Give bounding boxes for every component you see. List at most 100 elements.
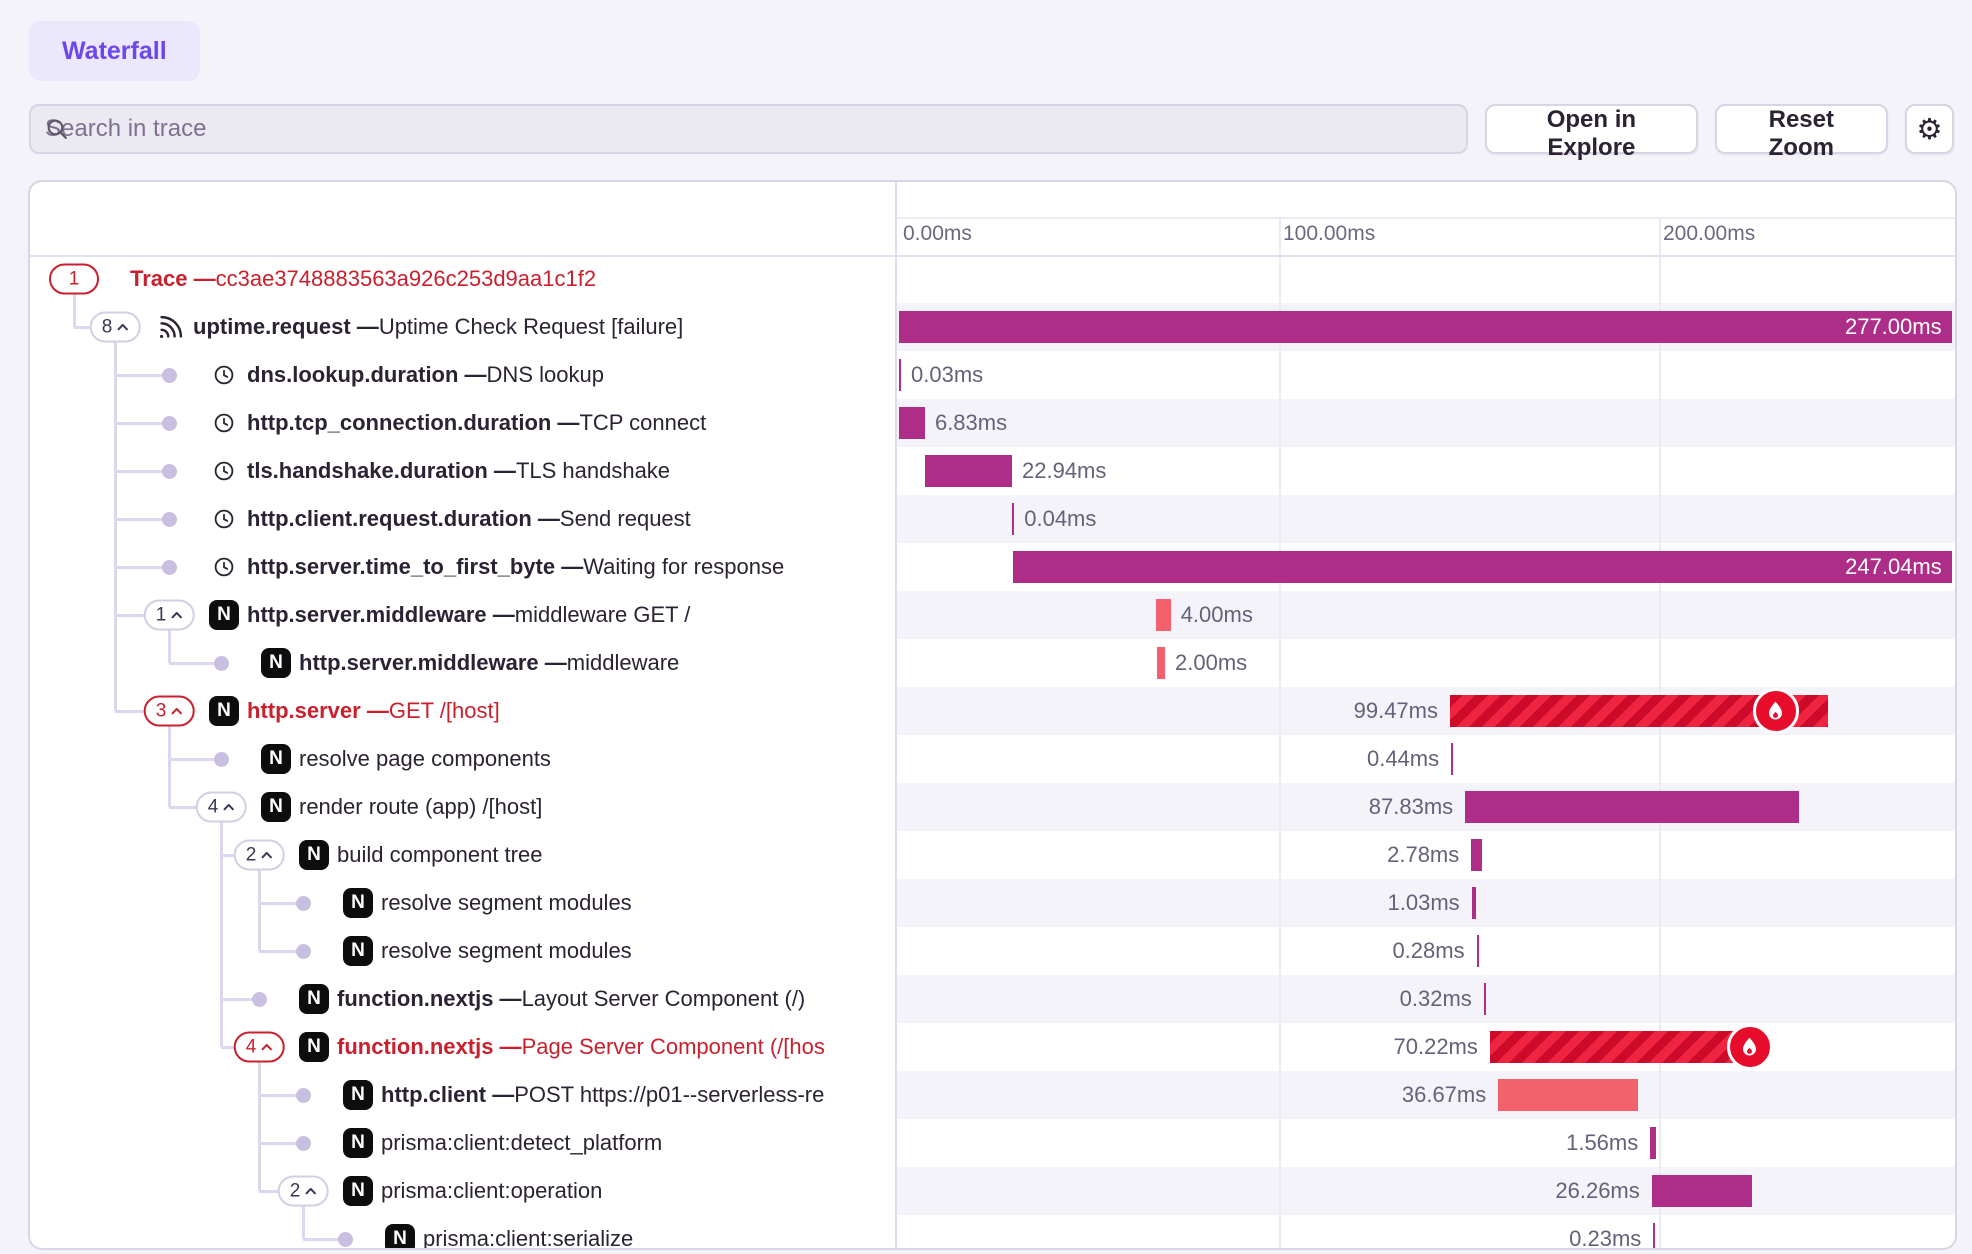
tree-connector: [115, 470, 169, 473]
children-count-badge[interactable]: 3: [144, 696, 195, 727]
span-bar[interactable]: [1465, 791, 1799, 823]
span-bar[interactable]: [1653, 1223, 1655, 1248]
settings-button[interactable]: ⚙: [1905, 104, 1954, 154]
span-bar[interactable]: [1471, 839, 1482, 871]
span-name: resolve page components: [299, 746, 551, 772]
span-row-label[interactable]: build component tree: [337, 831, 542, 879]
span-bar[interactable]: [1498, 1079, 1637, 1111]
tree-guide-line: [168, 630, 171, 663]
span-row-label[interactable]: http.server — GET /[host]: [247, 687, 500, 735]
children-count-badge[interactable]: 4: [234, 1032, 285, 1063]
nextjs-icon: N: [343, 1176, 373, 1206]
span-bar[interactable]: [899, 407, 925, 439]
children-count-badge[interactable]: 8: [90, 312, 141, 343]
span-row-label[interactable]: resolve page components: [299, 735, 551, 783]
span-name: function.nextjs —: [337, 986, 522, 1012]
span-bar[interactable]: [1477, 935, 1479, 967]
span-duration: 0.32ms: [1252, 975, 1472, 1023]
children-count-badge[interactable]: 1: [144, 600, 195, 631]
tab-waterfall-label: Waterfall: [62, 37, 167, 66]
span-duration: 70.22ms: [1258, 1023, 1478, 1071]
span-bar[interactable]: [1451, 743, 1453, 775]
span-duration: 1.56ms: [1418, 1119, 1638, 1167]
span-bar[interactable]: [1652, 1175, 1752, 1207]
span-bar[interactable]: [1490, 1031, 1757, 1063]
tree-dot: [162, 560, 177, 575]
header-divider: [30, 255, 1955, 257]
axis-tick-100ms: 100.00ms: [1283, 222, 1375, 246]
search-icon: [45, 117, 70, 142]
span-row-label[interactable]: http.client — POST https://p01--serverle…: [381, 1071, 824, 1119]
span-duration: 6.83ms: [935, 399, 1007, 447]
span-description: middleware GET /: [515, 602, 691, 628]
span-bar[interactable]: [1012, 503, 1014, 535]
span-bar[interactable]: [925, 455, 1012, 487]
span-description: Uptime Check Request [failure]: [379, 314, 683, 340]
span-name: render route (app) /[host]: [299, 794, 542, 820]
span-name: dns.lookup.duration —: [247, 362, 487, 388]
span-row-label[interactable]: function.nextjs — Page Server Component …: [337, 1023, 825, 1071]
waterfall-panel: 1 Trace — cc3ae3748883563a926c253d9aa1c1f…: [28, 180, 1957, 1250]
tab-waterfall[interactable]: Waterfall: [29, 21, 200, 81]
span-name: http.tcp_connection.duration —: [247, 410, 579, 436]
span-description: Layout Server Component (/): [522, 986, 806, 1012]
children-count-badge[interactable]: 4: [196, 792, 247, 823]
span-row-label[interactable]: resolve segment modules: [381, 927, 632, 975]
tree-dot: [252, 992, 267, 1007]
span-duration: 0.03ms: [911, 351, 983, 399]
tree-dot: [162, 368, 177, 383]
span-name: http.server.middleware —: [247, 602, 515, 628]
span-duration: 99.47ms: [1218, 687, 1438, 735]
span-row-label[interactable]: dns.lookup.duration — DNS lookup: [247, 351, 604, 399]
clock-icon: [209, 456, 239, 486]
tree-connector: [115, 422, 169, 425]
span-row-label[interactable]: uptime.request — Uptime Check Request [f…: [193, 303, 683, 351]
span-row-label[interactable]: prisma:client:serialize: [423, 1215, 633, 1248]
span-name: tls.handshake.duration —: [247, 458, 516, 484]
span-name: resolve segment modules: [381, 938, 632, 964]
clock-icon: [209, 552, 239, 582]
span-row-label[interactable]: resolve segment modules: [381, 879, 632, 927]
search-box[interactable]: [29, 104, 1468, 154]
span-row-label[interactable]: prisma:client:operation: [381, 1167, 602, 1215]
children-count-badge[interactable]: 1: [49, 264, 99, 295]
nextjs-icon: N: [299, 984, 329, 1014]
span-duration: 0.04ms: [1024, 495, 1096, 543]
children-count-badge[interactable]: 2: [234, 840, 285, 871]
span-name: http.server —: [247, 698, 389, 724]
span-duration: 0.23ms: [1421, 1215, 1641, 1248]
span-bar[interactable]: [1156, 599, 1171, 631]
clock-icon: [209, 408, 239, 438]
children-count-badge[interactable]: 2: [278, 1176, 329, 1207]
span-waterfall-chart: 0.00ms 100.00ms 200.00ms 277.00ms0.03ms6…: [895, 182, 1957, 1248]
fire-profile-icon[interactable]: [1727, 1024, 1773, 1070]
span-name: resolve segment modules: [381, 890, 632, 916]
span-bar[interactable]: [1484, 983, 1486, 1015]
reset-zoom-button[interactable]: Reset Zoom: [1715, 104, 1888, 154]
nextjs-icon: N: [299, 1032, 329, 1062]
span-row-label[interactable]: http.server.middleware — middleware: [299, 639, 679, 687]
span-row-label[interactable]: http.client.request.duration — Send requ…: [247, 495, 691, 543]
span-duration: 1.03ms: [1240, 879, 1460, 927]
search-input[interactable]: [45, 115, 1452, 143]
gear-icon: ⚙: [1916, 115, 1942, 144]
span-row-label[interactable]: prisma:client:detect_platform: [381, 1119, 662, 1167]
span-row-label[interactable]: http.server.time_to_first_byte — Waiting…: [247, 543, 784, 591]
span-bar[interactable]: [1472, 887, 1476, 919]
span-bar[interactable]: [899, 359, 901, 391]
tree-dot: [162, 416, 177, 431]
span-row-label[interactable]: http.server.middleware — middleware GET …: [247, 591, 690, 639]
span-row-label[interactable]: tls.handshake.duration — TLS handshake: [247, 447, 670, 495]
span-row-label[interactable]: Trace — cc3ae3748883563a926c253d9aa1c1f2: [130, 255, 596, 303]
fire-profile-icon[interactable]: [1753, 688, 1799, 734]
tree-dot: [338, 1232, 353, 1247]
span-row-label[interactable]: function.nextjs — Layout Server Componen…: [337, 975, 805, 1023]
open-in-explore-button[interactable]: Open in Explore: [1485, 104, 1698, 154]
span-row-label[interactable]: render route (app) /[host]: [299, 783, 542, 831]
span-bar[interactable]: [1157, 647, 1165, 679]
span-duration: 4.00ms: [1181, 591, 1253, 639]
span-duration: 87.83ms: [1233, 783, 1453, 831]
span-row-label[interactable]: http.tcp_connection.duration — TCP conne…: [247, 399, 706, 447]
span-bar[interactable]: [1650, 1127, 1656, 1159]
tree-dot: [296, 896, 311, 911]
